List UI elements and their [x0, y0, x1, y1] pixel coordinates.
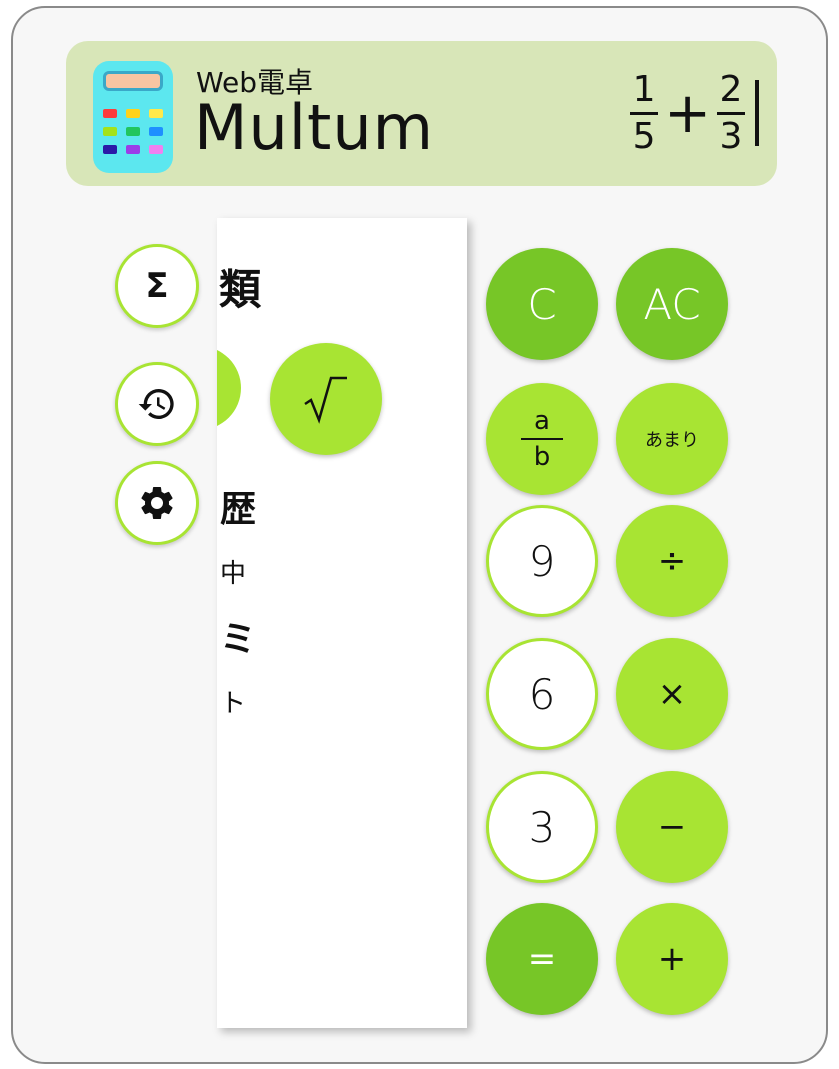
clear-button[interactable]: C	[486, 248, 598, 360]
fraction-1-denominator: 5	[632, 115, 656, 157]
panel-menu-history[interactable]: 歴	[220, 480, 256, 532]
logo-key	[126, 109, 140, 118]
digit-3-button[interactable]: 3	[486, 771, 598, 883]
settings-button[interactable]	[115, 461, 199, 545]
panel-menu-memo-sub: ト	[220, 689, 247, 719]
sigma-icon: Σ	[145, 266, 169, 306]
logo-key	[126, 145, 140, 154]
fraction-button[interactable]: a b	[486, 383, 598, 495]
fraction-bar	[717, 111, 745, 115]
fraction-1: 1 5	[630, 68, 659, 157]
function-panel: 類 歴 中 ミ ト	[217, 218, 467, 1028]
panel-menu-memo[interactable]: ミ	[220, 610, 256, 662]
logo-key	[126, 127, 140, 136]
panel-heading: 類	[219, 265, 262, 314]
multiply-button[interactable]: ×	[616, 638, 728, 750]
digit-6-button[interactable]: 6	[486, 638, 598, 750]
logo-key	[149, 109, 163, 118]
logo-key	[149, 127, 163, 136]
display-operator: +	[664, 80, 711, 146]
panel-menu-history-sub: 中	[220, 559, 247, 589]
fraction-symbol-top: a	[534, 406, 550, 436]
fraction-2: 2 3	[717, 68, 745, 157]
logo-key	[103, 127, 117, 136]
text-cursor	[755, 80, 759, 146]
history-icon	[138, 389, 174, 419]
logo-screen	[103, 71, 163, 91]
fraction-symbol: a b	[521, 407, 563, 471]
app-title: Multum	[194, 91, 435, 164]
sum-button[interactable]: Σ	[115, 244, 199, 328]
header: Web電卓 Multum 1 5 + 2 3	[66, 41, 777, 186]
remainder-button[interactable]: あまり	[616, 383, 728, 495]
divide-button[interactable]: ÷	[616, 505, 728, 617]
gear-icon	[141, 486, 173, 519]
panel-function-button[interactable]	[217, 346, 241, 430]
digit-9-button[interactable]: 9	[486, 505, 598, 617]
logo-key	[149, 145, 163, 154]
sqrt-button[interactable]	[270, 343, 382, 455]
equals-button[interactable]: =	[486, 903, 598, 1015]
expression-display[interactable]: 1 5 + 2 3	[626, 63, 759, 163]
sqrt-icon	[304, 376, 347, 424]
app-frame: Web電卓 Multum 1 5 + 2 3 類 歴 中 ミ ト Σ C AC …	[11, 6, 828, 1064]
fraction-2-numerator: 2	[719, 68, 743, 110]
history-button[interactable]	[115, 362, 199, 446]
logo-key	[103, 109, 117, 118]
calculator-logo-icon	[93, 61, 173, 173]
minus-button[interactable]: −	[616, 771, 728, 883]
logo-key	[103, 145, 117, 154]
all-clear-button[interactable]: AC	[616, 248, 728, 360]
fraction-1-numerator: 1	[632, 68, 656, 110]
fraction-symbol-bottom: b	[533, 442, 551, 472]
fraction-symbol-bar	[521, 438, 563, 440]
fraction-bar	[630, 111, 659, 115]
plus-button[interactable]: +	[616, 903, 728, 1015]
fraction-2-denominator: 3	[719, 115, 743, 157]
